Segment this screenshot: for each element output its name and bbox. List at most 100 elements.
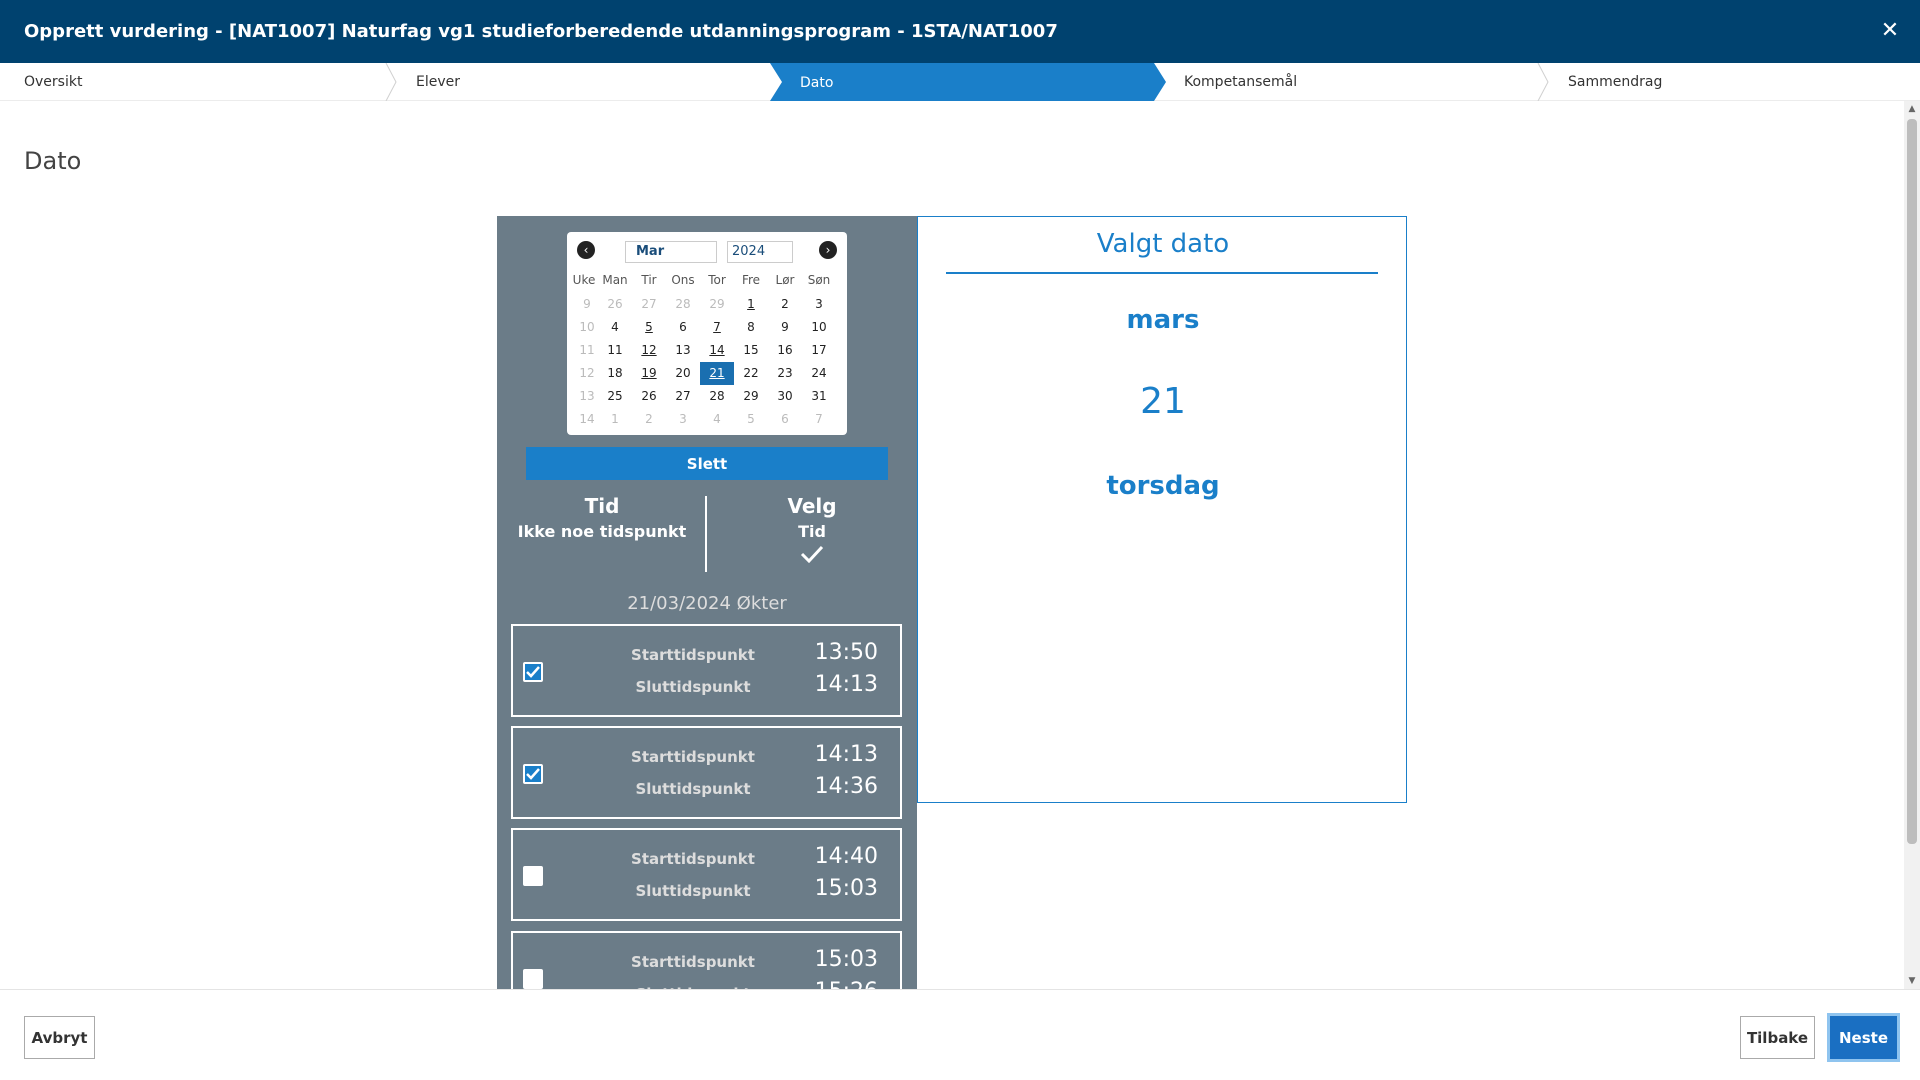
weekday-header: Søn: [807, 273, 831, 287]
calendar-week-row: 12 18 19 20 21 22 23 24: [567, 362, 847, 385]
select-time-button[interactable]: Velg Tid: [707, 494, 917, 563]
cancel-button[interactable]: Avbryt: [24, 1016, 95, 1059]
calendar-header: Uke Man Tir Ons Tor Fre Lør Søn: [567, 273, 847, 289]
close-icon[interactable]: ✕: [1878, 18, 1902, 43]
calendar-day[interactable]: 18: [598, 362, 632, 385]
calendar-day[interactable]: 5: [734, 408, 768, 431]
calendar-day[interactable]: 26: [632, 385, 666, 408]
calendar-week-row: 10 4 5 6 7 8 9 10: [567, 316, 847, 339]
calendar-day[interactable]: 17: [802, 339, 836, 362]
back-button[interactable]: Tilbake: [1740, 1016, 1815, 1059]
calendar-day[interactable]: 15: [734, 339, 768, 362]
weekday-header: Lør: [775, 273, 795, 287]
calendar-day[interactable]: 29: [700, 293, 734, 316]
calendar-day[interactable]: 14: [700, 339, 734, 362]
calendar-day[interactable]: 1: [598, 408, 632, 431]
time-value: Ikke noe tidspunkt: [517, 522, 687, 541]
calendar-day[interactable]: 29: [734, 385, 768, 408]
calendar-day[interactable]: 28: [666, 293, 700, 316]
calendar-day[interactable]: 24: [802, 362, 836, 385]
calendar-day[interactable]: 2: [632, 408, 666, 431]
month-select[interactable]: Mar: [625, 241, 717, 263]
calendar-day[interactable]: 11: [598, 339, 632, 362]
calendar-day[interactable]: 20: [666, 362, 700, 385]
session-checkbox[interactable]: [523, 866, 543, 886]
next-month-icon[interactable]: ›: [819, 241, 837, 259]
session-card: Starttidspunkt Sluttidspunkt 14:13 14:36: [511, 726, 902, 819]
calendar-day[interactable]: 12: [632, 339, 666, 362]
content-area: Dato ‹ Mar 2024 › Uke Man Tir Ons Tor Fr…: [0, 101, 1904, 989]
session-date-heading: 21/03/2024 Økter: [627, 593, 787, 614]
end-time: 14:36: [814, 774, 878, 799]
scroll-up-icon[interactable]: ▲: [1904, 101, 1920, 117]
page-title: Dato: [24, 147, 82, 175]
next-button[interactable]: Neste: [1830, 1016, 1897, 1059]
calendar-day[interactable]: 10: [802, 316, 836, 339]
calendar-day[interactable]: 5: [632, 316, 666, 339]
step-elever[interactable]: Elever: [392, 63, 770, 101]
calendar-day[interactable]: 2: [768, 293, 802, 316]
start-time: 13:50: [814, 640, 878, 665]
calendar-day[interactable]: 6: [768, 408, 802, 431]
calendar-day[interactable]: 8: [734, 316, 768, 339]
year-input[interactable]: 2024: [727, 241, 793, 263]
step-label: Dato: [800, 75, 833, 91]
session-checkbox[interactable]: [523, 662, 543, 682]
calendar-day-selected[interactable]: 21: [700, 362, 734, 385]
session-card: Starttidspunkt Sluttidspunkt 14:40 15:03: [511, 828, 902, 921]
weekday-header: Tor: [708, 273, 726, 287]
calendar-day[interactable]: 26: [598, 293, 632, 316]
step-kompetansemal[interactable]: Kompetansemål: [1160, 63, 1530, 101]
scrollbar[interactable]: ▲ ▼: [1904, 101, 1920, 989]
time-title: Tid: [584, 494, 620, 518]
date-picker-panel: ‹ Mar 2024 › Uke Man Tir Ons Tor Fre Lør…: [497, 216, 917, 989]
time-summary: Tid Ikke noe tidspunkt: [497, 494, 707, 541]
weekday-header: Uke: [572, 273, 596, 287]
selected-date-panel: Valgt dato mars 21 torsdag: [917, 216, 1407, 803]
scroll-thumb[interactable]: [1907, 119, 1917, 844]
calendar: ‹ Mar 2024 › Uke Man Tir Ons Tor Fre Lør…: [567, 232, 847, 435]
step-oversikt[interactable]: Oversikt: [0, 63, 390, 101]
calendar-day[interactable]: 13: [666, 339, 700, 362]
calendar-day[interactable]: 28: [700, 385, 734, 408]
session-card: Starttidspunkt Sluttidspunkt 13:50 14:13: [511, 624, 902, 717]
calendar-week-row: 9 26 27 28 29 1 2 3: [567, 293, 847, 316]
calendar-day[interactable]: 7: [700, 316, 734, 339]
step-label: Oversikt: [24, 74, 83, 90]
calendar-day[interactable]: 31: [802, 385, 836, 408]
calendar-day[interactable]: 16: [768, 339, 802, 362]
calendar-day[interactable]: 9: [768, 316, 802, 339]
session-checkbox[interactable]: [523, 764, 543, 784]
calendar-day[interactable]: 7: [802, 408, 836, 431]
calendar-day[interactable]: 6: [666, 316, 700, 339]
weekday-header: Fre: [741, 273, 761, 287]
calendar-day[interactable]: 30: [768, 385, 802, 408]
calendar-day[interactable]: 27: [632, 293, 666, 316]
select-sub: Tid: [798, 522, 826, 541]
window-title: Opprett vurdering - [NAT1007] Naturfag v…: [24, 21, 1058, 42]
delete-button[interactable]: Slett: [526, 447, 888, 480]
step-sammendrag[interactable]: Sammendrag: [1544, 63, 1904, 101]
scroll-down-icon[interactable]: ▼: [1904, 973, 1920, 989]
calendar-day[interactable]: 25: [598, 385, 632, 408]
calendar-week-row: 11 11 12 13 14 15 16 17: [567, 339, 847, 362]
calendar-day[interactable]: 1: [734, 293, 768, 316]
calendar-day[interactable]: 4: [598, 316, 632, 339]
end-label: Sluttidspunkt: [635, 882, 751, 900]
calendar-day[interactable]: 3: [666, 408, 700, 431]
calendar-day[interactable]: 22: [734, 362, 768, 385]
calendar-day[interactable]: 23: [768, 362, 802, 385]
calendar-day[interactable]: 3: [802, 293, 836, 316]
step-label: Elever: [416, 74, 461, 90]
calendar-day[interactable]: 4: [700, 408, 734, 431]
calendar-week-row: 14 1 2 3 4 5 6 7: [567, 408, 847, 431]
calendar-day[interactable]: 27: [666, 385, 700, 408]
step-dato-active[interactable]: Dato: [770, 63, 1166, 101]
prev-month-icon[interactable]: ‹: [577, 241, 595, 259]
end-time: 15:03: [814, 876, 878, 901]
weekday-header: Man: [602, 273, 628, 287]
divider: [946, 272, 1378, 274]
checkmark-icon: [526, 768, 540, 780]
calendar-day[interactable]: 19: [632, 362, 666, 385]
session-checkbox[interactable]: [523, 969, 543, 989]
